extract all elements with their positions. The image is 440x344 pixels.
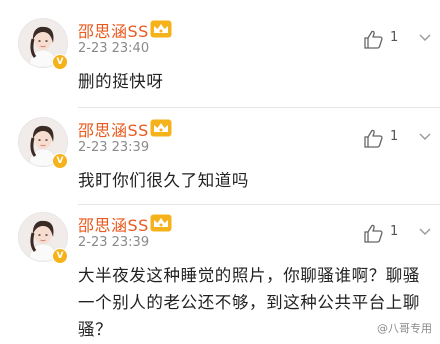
username[interactable]: 邵思涵SS — [78, 18, 149, 42]
divider — [78, 107, 440, 108]
verified-badge: V — [52, 248, 68, 264]
username[interactable]: 邵思涵SS — [78, 117, 149, 141]
username[interactable]: 邵思涵SS — [78, 212, 149, 236]
like-button[interactable]: 1 — [362, 222, 422, 244]
thumbs-up-icon — [364, 129, 383, 148]
vip-crown-icon — [150, 119, 172, 137]
like-count: 1 — [390, 224, 399, 239]
timestamp: 2-23 23:39 — [78, 235, 150, 250]
watermark: @八哥专用 — [377, 322, 432, 335]
like-count: 1 — [390, 129, 399, 144]
timestamp: 2-23 23:40 — [78, 41, 150, 56]
comment-text: 我盯你们很久了知道吗 — [78, 171, 249, 190]
like-button[interactable]: 1 — [362, 28, 422, 50]
like-count: 1 — [390, 30, 399, 45]
comment-text: 删的挺快呀 — [78, 72, 164, 91]
more-icon[interactable] — [418, 226, 432, 238]
verified-badge: V — [52, 153, 68, 169]
thumbs-up-icon — [364, 224, 383, 243]
divider — [78, 204, 440, 205]
thumbs-up-icon — [364, 30, 383, 49]
more-icon[interactable] — [418, 32, 432, 44]
like-button[interactable]: 1 — [362, 127, 422, 149]
comment-text: 大半夜发这种睡觉的照片，你聊骚谁啊？聊骚一个别人的老公还不够，到这种公共平台上聊… — [78, 266, 420, 339]
vip-crown-icon — [150, 20, 172, 38]
vip-crown-icon — [150, 214, 172, 232]
more-icon[interactable] — [418, 131, 432, 143]
verified-badge: V — [52, 54, 68, 70]
timestamp: 2-23 23:39 — [78, 140, 150, 155]
